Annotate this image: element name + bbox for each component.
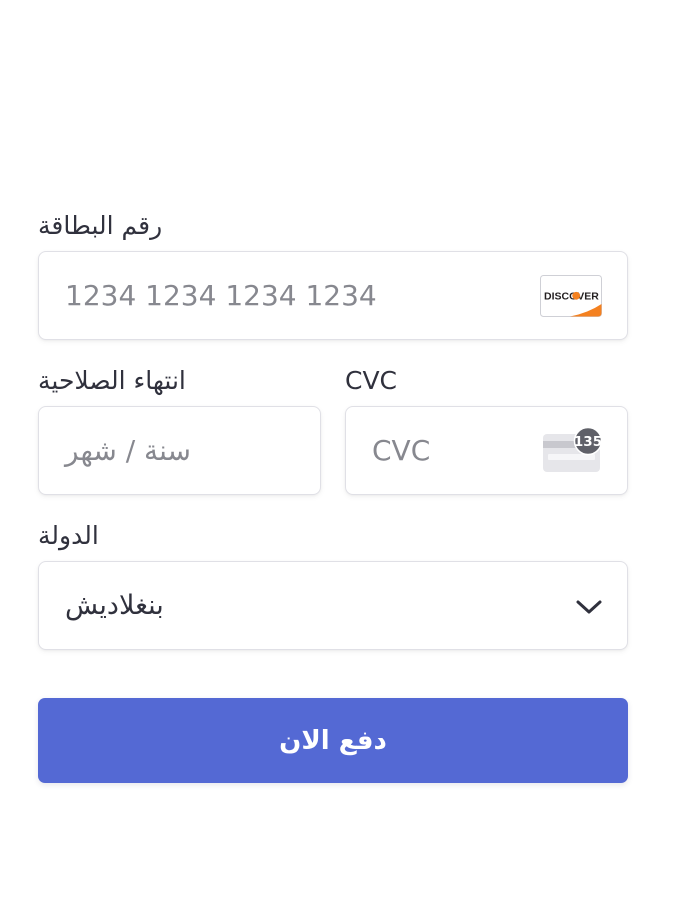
svg-text:135: 135	[574, 434, 602, 450]
expiry-field[interactable]: سنة / شهر	[38, 406, 321, 495]
pay-now-label: دفع الان	[279, 725, 387, 756]
card-number-placeholder: 1234 1234 1234 1234	[65, 279, 377, 312]
country-value: بنغلاديش	[65, 590, 164, 621]
discover-card-icon: DISCOVER	[540, 275, 602, 317]
expiry-label: انتهاء الصلاحية	[38, 366, 186, 395]
expiry-placeholder: سنة / شهر	[65, 434, 191, 467]
cvc-field[interactable]: CVC 135	[345, 406, 628, 495]
cvc-label: CVC	[345, 366, 398, 395]
cvc-placeholder: CVC	[372, 434, 431, 467]
country-select[interactable]: بنغلاديش	[38, 561, 628, 650]
country-label: الدولة	[38, 521, 99, 550]
card-number-field[interactable]: 1234 1234 1234 1234 DISCOVER	[38, 251, 628, 340]
chevron-down-icon	[575, 599, 603, 616]
card-number-label: رقم البطاقة	[38, 211, 163, 240]
svg-text:DISCOVER: DISCOVER	[544, 291, 599, 303]
cvc-card-icon: 135	[541, 426, 603, 475]
pay-now-button[interactable]: دفع الان	[38, 698, 628, 783]
